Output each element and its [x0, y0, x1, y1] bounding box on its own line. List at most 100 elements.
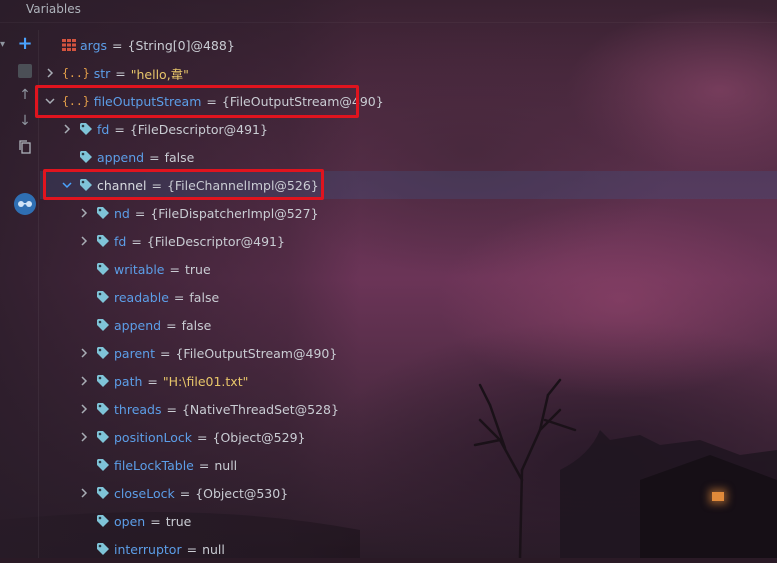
variable-name: append — [114, 317, 162, 333]
variable-name: open — [114, 513, 146, 529]
variable-name: args — [80, 37, 108, 53]
variable-value: false — [189, 289, 220, 305]
field-icon — [96, 486, 110, 500]
tree-row-fileLockTable[interactable]: fileLockTable = null — [40, 451, 237, 479]
field-icon — [96, 374, 110, 388]
field-icon — [96, 402, 110, 416]
variable-name: str — [93, 65, 111, 81]
tree-row-parent[interactable]: parent = {FileOutputStream@490} — [40, 339, 337, 367]
tree-row-append[interactable]: append = false — [40, 143, 194, 171]
equals-sign: = — [166, 401, 177, 417]
tree-row-append[interactable]: append = false — [40, 311, 211, 339]
highlight-box-fileoutputstream — [35, 85, 359, 118]
variable-value: true — [165, 513, 192, 529]
equals-sign: = — [166, 317, 177, 333]
chevron-right-icon[interactable] — [61, 123, 73, 135]
field-icon — [96, 514, 110, 528]
variable-value: null — [214, 457, 238, 473]
equals-sign: = — [115, 65, 126, 81]
variable-name: threads — [114, 401, 162, 417]
variable-value: {Object@530} — [195, 485, 289, 501]
field-icon — [79, 150, 93, 164]
field-icon — [96, 262, 110, 276]
variable-name: nd — [114, 205, 130, 221]
field-icon — [96, 206, 110, 220]
variable-name: parent — [114, 345, 155, 361]
remove-icon[interactable] — [18, 64, 32, 78]
panel-title: Variables — [26, 2, 81, 16]
variable-name: positionLock — [114, 429, 193, 445]
variable-name: writable — [114, 261, 165, 277]
field-icon — [96, 234, 110, 248]
tree-row-closeLock[interactable]: closeLock = {Object@530} — [40, 479, 288, 507]
window-light — [712, 492, 724, 501]
copy-icon[interactable] — [14, 136, 36, 158]
arrow-up-icon[interactable]: ↑ — [14, 84, 36, 106]
variable-name: fileLockTable — [114, 457, 194, 473]
tree-row-writable[interactable]: writable = true — [40, 255, 211, 283]
variable-value: "H:\file01.txt" — [162, 373, 249, 389]
variable-name: path — [114, 373, 143, 389]
field-icon — [96, 430, 110, 444]
tree-row-fd[interactable]: fd = {FileDescriptor@491} — [40, 227, 285, 255]
chevron-right-icon[interactable] — [44, 67, 56, 79]
equals-sign: = — [173, 289, 185, 305]
field-icon — [96, 542, 110, 556]
equals-sign: = — [112, 37, 123, 53]
add-icon[interactable]: + — [14, 32, 36, 54]
highlight-box-channel — [43, 169, 324, 200]
object-icon: {..} — [62, 66, 90, 80]
chevron-right-icon[interactable] — [78, 487, 90, 499]
field-icon — [96, 290, 110, 304]
variable-value: {NativeThreadSet@528} — [181, 401, 339, 417]
divider — [0, 22, 777, 23]
field-icon — [96, 458, 110, 472]
equals-sign: = — [169, 261, 180, 277]
variable-value: {FileDescriptor@491} — [129, 121, 268, 137]
chevron-right-icon[interactable] — [78, 431, 90, 443]
tree-row-readable[interactable]: readable = false — [40, 283, 219, 311]
array-icon — [62, 39, 76, 51]
glasses-icon[interactable] — [14, 193, 36, 215]
chevron-right-icon[interactable] — [78, 375, 90, 387]
field-icon — [96, 318, 110, 332]
tree-row-str[interactable]: {..} str = "hello,韋" — [40, 59, 189, 87]
tree-row-threads[interactable]: threads = {NativeThreadSet@528} — [40, 395, 339, 423]
equals-sign: = — [149, 149, 160, 165]
variable-name: readable — [114, 289, 169, 305]
tree-row-open[interactable]: open = true — [40, 507, 191, 535]
tree-row-nd[interactable]: nd = {FileDispatcherImpl@527} — [40, 199, 319, 227]
variables-toolbar: + ↑ ↓ — [0, 30, 38, 558]
equals-sign: = — [147, 373, 158, 389]
equals-sign: = — [114, 121, 125, 137]
tree-row-fd[interactable]: fd = {FileDescriptor@491} — [40, 115, 268, 143]
chevron-right-icon[interactable] — [78, 403, 90, 415]
arrow-down-icon[interactable]: ↓ — [14, 110, 36, 132]
variable-value: {String[0]@488} — [127, 37, 235, 53]
field-icon — [79, 122, 93, 136]
field-icon — [96, 346, 110, 360]
variable-name: append — [97, 149, 145, 165]
equals-sign: = — [131, 233, 142, 249]
variable-name: fd — [97, 121, 110, 137]
variable-value: false — [181, 317, 212, 333]
variable-value: null — [202, 541, 225, 557]
equals-sign: = — [159, 345, 171, 361]
variable-name: closeLock — [114, 485, 175, 501]
equals-sign: = — [150, 513, 161, 529]
variable-value: {Object@529} — [212, 429, 306, 445]
chevron-right-icon[interactable] — [78, 235, 90, 247]
variable-name: fd — [114, 233, 127, 249]
tree-row-interruptor[interactable]: interruptor = null — [40, 535, 225, 563]
chevron-right-icon[interactable] — [78, 207, 90, 219]
variable-value: {FileOutputStream@490} — [175, 345, 338, 361]
tree-row-path[interactable]: path = "H:\file01.txt" — [40, 367, 248, 395]
variable-value: {FileDispatcherImpl@527} — [150, 205, 319, 221]
tree-row-positionLock[interactable]: positionLock = {Object@529} — [40, 423, 305, 451]
equals-sign: = — [134, 205, 146, 221]
equals-sign: = — [186, 541, 198, 557]
chevron-right-icon[interactable] — [78, 347, 90, 359]
tree-row-args[interactable]: args = {String[0]@488} — [40, 31, 235, 59]
equals-sign: = — [179, 485, 191, 501]
equals-sign: = — [197, 429, 208, 445]
